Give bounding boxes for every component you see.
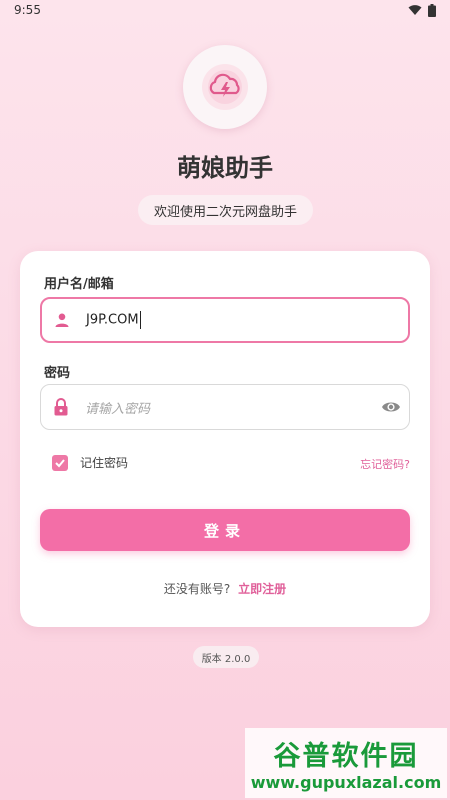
cloud-lightning-logo-icon xyxy=(202,64,248,110)
user-icon xyxy=(42,312,82,328)
username-label: 用户名/邮箱 xyxy=(44,277,114,292)
password-placeholder: 请输入密码 xyxy=(85,401,151,417)
login-button[interactable]: 登录 xyxy=(40,509,410,551)
register-link[interactable]: 立即注册 xyxy=(238,582,286,596)
username-field[interactable]: J9P.COM xyxy=(40,297,410,343)
login-card: 用户名/邮箱 J9P.COM 密码 请输入密码 记住密码 忘记密码? 登录 还没… xyxy=(20,251,430,627)
status-bar: 9:55 xyxy=(0,0,450,20)
check-icon xyxy=(55,458,65,467)
status-icons xyxy=(408,3,436,17)
eye-icon[interactable] xyxy=(373,400,409,414)
register-row: 还没有账号? 立即注册 xyxy=(20,580,430,597)
battery-icon xyxy=(428,3,436,17)
version-badge: 版本 2.0.0 xyxy=(193,646,259,668)
register-prompt: 还没有账号? xyxy=(163,582,231,596)
remember-checkbox[interactable] xyxy=(52,454,68,471)
wifi-icon xyxy=(408,5,422,15)
app-title: 萌娘助手 xyxy=(177,154,273,182)
password-field[interactable]: 请输入密码 xyxy=(40,384,410,430)
status-time: 9:55 xyxy=(14,3,41,17)
app-logo xyxy=(183,45,267,129)
watermark-title: 谷普软件园 xyxy=(273,741,419,772)
watermark: 谷普软件园 www.gupuxlazal.com xyxy=(245,728,447,798)
remember-password-row[interactable]: 记住密码 xyxy=(52,454,128,471)
watermark-url: www.gupuxlazal.com xyxy=(250,773,442,792)
forgot-password-link[interactable]: 忘记密码? xyxy=(360,456,410,472)
remember-label: 记住密码 xyxy=(80,456,129,470)
text-caret xyxy=(139,311,141,329)
username-value[interactable]: J9P.COM xyxy=(86,311,141,329)
password-label: 密码 xyxy=(44,366,71,381)
lock-icon xyxy=(41,398,81,416)
app-subtitle: 欢迎使用二次元网盘助手 xyxy=(138,195,313,225)
